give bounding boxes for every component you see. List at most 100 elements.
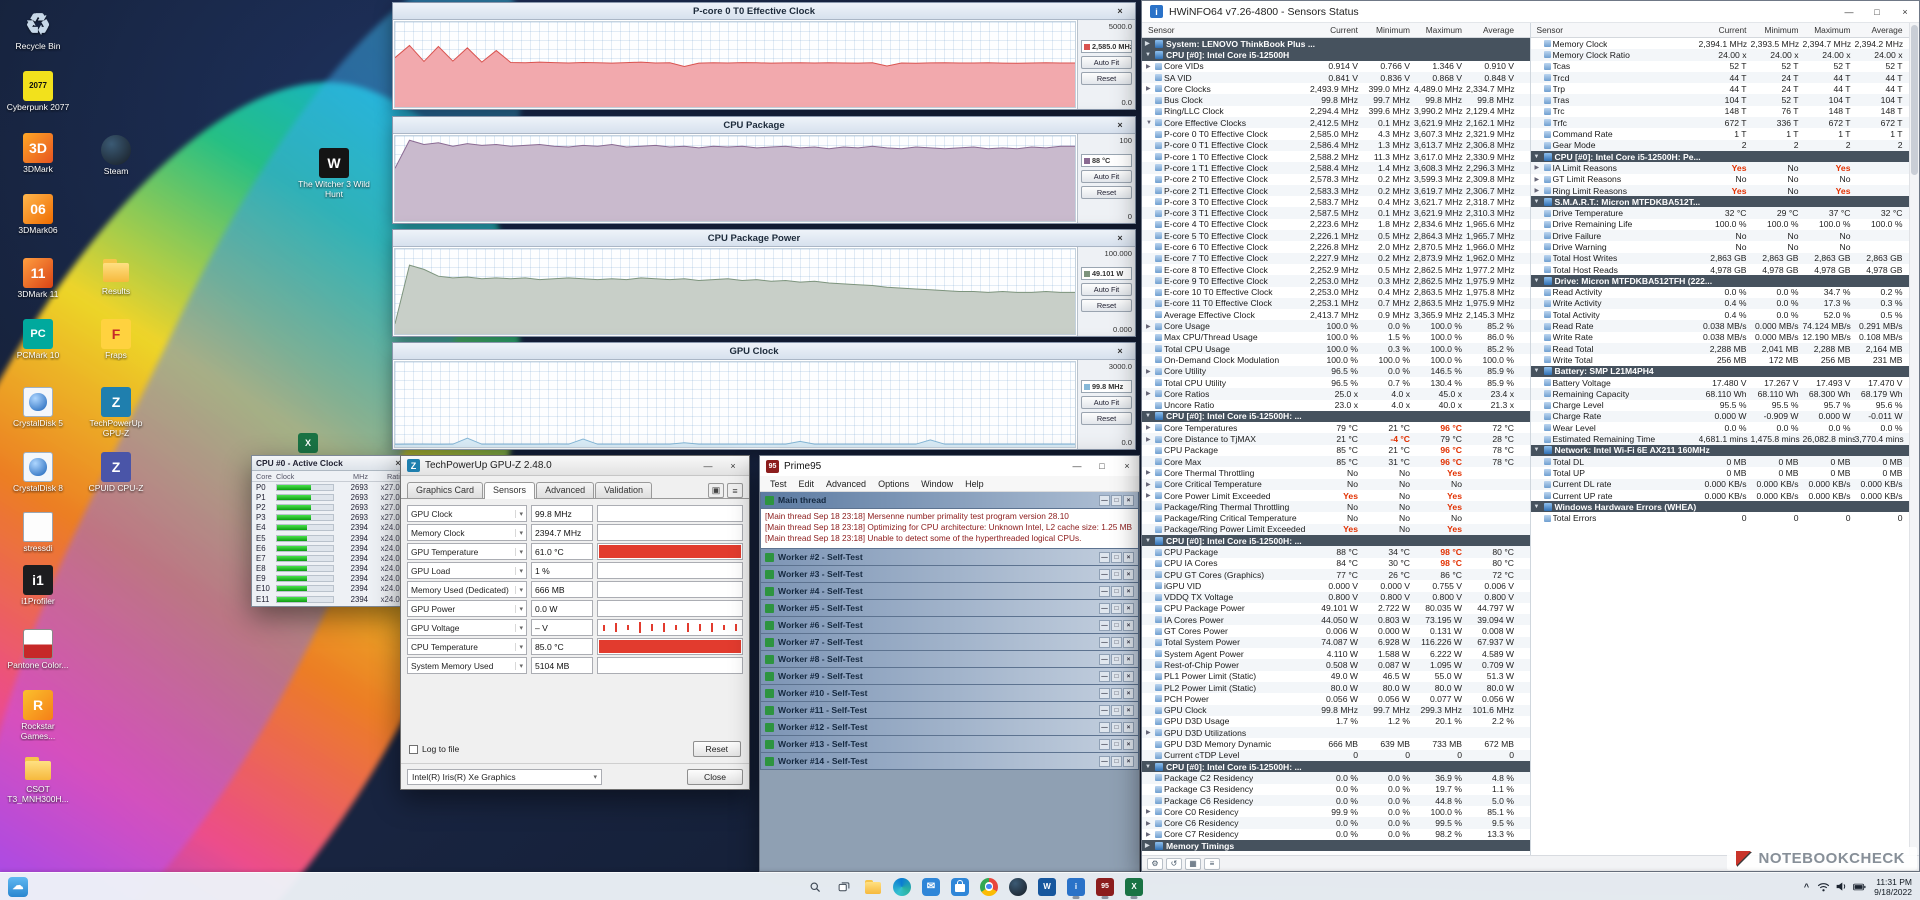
sensor-section-windows-hardware-errors-whea[interactable]: ▼ Windows Hardware Errors (WHEA) (1530, 501, 1919, 513)
sensor-row-trp[interactable]: Trp 44 T 24 T 44 T 44 T (1531, 83, 1920, 94)
sensor-row-command-rate[interactable]: Command Rate 1 T 1 T 1 T 1 T (1531, 128, 1920, 139)
close-icon[interactable]: × (1110, 346, 1130, 356)
sensor-row-current-ctdp-level[interactable]: Current cTDP Level 0 0 0 0 (1142, 749, 1530, 761)
sensor-row-core-effective-clocks[interactable]: ▼ Core Effective Clocks 2,412.5 MHz 0.1 MHz… (1142, 117, 1530, 129)
sensor-row-e-core-4-t0-effective-clock[interactable]: E-core 4 T0 Effective Clock 2,223.6 MHz 1.… (1142, 219, 1530, 230)
desktop-icon-steam[interactable]: Steam (84, 135, 148, 177)
maximize-icon[interactable]: □ (1111, 670, 1122, 682)
minimize-icon[interactable]: — (1099, 568, 1110, 580)
minimize-icon[interactable]: — (1099, 585, 1110, 597)
worker-titlebar[interactable]: Worker #10 - Self-Test — □ × (760, 684, 1139, 702)
reset-button[interactable]: Reset (1081, 72, 1132, 85)
graph-window-titlebar[interactable]: GPU Clock × (393, 343, 1135, 360)
sensor-row-bus-clock[interactable]: Bus Clock 99.8 MHz 99.7 MHz 99.8 MHz 99.8 MH… (1142, 94, 1530, 106)
sensor-row-total-cpu-usage[interactable]: Total CPU Usage 100.0 % 0.3 % 100.0 % 85.2 % (1142, 343, 1530, 355)
sensor-row-core-temperatures[interactable]: ▶ Core Temperatures 79 °C 21 °C 96 °C 72 °C (1142, 422, 1530, 433)
maximize-icon[interactable]: □ (1111, 738, 1122, 750)
sensor-row-e-core-11-t0-effective-clock[interactable]: E-core 11 T0 Effective Clock 2,253.1 MHz 0… (1142, 297, 1530, 310)
worker-titlebar[interactable]: Worker #7 - Self-Test — □ × (760, 633, 1139, 651)
sensor-row-ia-limit-reasons[interactable]: ▶ IA Limit Reasons Yes No Yes (1530, 162, 1919, 174)
desktop-icon-pcmark-10[interactable]: PC PCMark 10 (6, 319, 70, 361)
sensor-row-p-core-3-t1-effective-clock[interactable]: P-core 3 T1 Effective Clock 2,587.5 MHz 0.… (1142, 207, 1530, 219)
taskbar-button-file-explorer[interactable] (861, 875, 885, 899)
sensor-row-write-rate[interactable]: Write Rate 0.038 MB/s 0.000 MB/s 12.190 MB/… (1531, 332, 1920, 343)
desktop-icon-cyberpunk-2077[interactable]: 2077 Cyberpunk 2077 (6, 71, 70, 113)
close-icon[interactable]: × (1110, 6, 1130, 16)
sensor-row-e-core-5-t0-effective-clock[interactable]: E-core 5 T0 Effective Clock 2,226.1 MHz 0.… (1142, 230, 1530, 242)
sensor-row-pl1-power-limit-static[interactable]: PL1 Power Limit (Static) 49.0 W 46.5 W 55.0… (1142, 671, 1530, 682)
sensor-section-memory-timings[interactable]: ▶ Memory Timings (1142, 840, 1530, 852)
sensor-row-core-thermal-throttling[interactable]: ▶ Core Thermal Throttling No No Yes (1142, 467, 1530, 478)
taskbar-button-word[interactable]: W (1035, 875, 1059, 899)
tray-speaker-button[interactable] (1835, 880, 1848, 893)
menu-item-test[interactable]: Test (764, 479, 793, 489)
reset-button[interactable]: Reset (1081, 299, 1132, 312)
taskbar-button-start[interactable] (774, 875, 798, 899)
maximize-icon[interactable]: □ (1111, 687, 1122, 699)
sensor-row-memory-clock[interactable]: Memory Clock 2,394.1 MHz 2,393.5 MHz 2,394.… (1531, 38, 1920, 49)
tab-advanced[interactable]: Advanced (536, 482, 595, 498)
close-icon[interactable]: × (1117, 461, 1137, 471)
minimize-icon[interactable]: — (1099, 687, 1110, 699)
menu-item-options[interactable]: Options (872, 479, 915, 489)
sensor-row-core-utility[interactable]: ▶ Core Utility 96.5 % 0.0 % 146.5 % 85.9 % (1142, 365, 1530, 377)
sensor-row-total-dl[interactable]: Total DL 0 MB 0 MB 0 MB 0 MB (1530, 455, 1919, 468)
worker-titlebar[interactable]: Worker #9 - Self-Test — □ × (760, 667, 1139, 685)
auto-fit-button[interactable]: Auto Fit (1081, 170, 1132, 183)
close-icon[interactable]: × (1123, 670, 1134, 682)
sensor-row-p-core-0-t1-effective-clock[interactable]: P-core 0 T1 Effective Clock 2,586.4 MHz 1.… (1142, 139, 1530, 151)
close-icon[interactable]: × (1123, 619, 1134, 631)
main-thread-titlebar[interactable]: Main thread — □ × (760, 492, 1139, 509)
active-clock-titlebar[interactable]: CPU #0 - Active Clock × (252, 456, 408, 471)
sensor-row-e-core-9-t0-effective-clock[interactable]: E-core 9 T0 Effective Clock 2,253.0 MHz 0.… (1142, 275, 1530, 287)
widgets-button[interactable]: ☁ (8, 876, 28, 897)
sensor-row-battery-voltage[interactable]: Battery Voltage 17.480 V 17.267 V 17.493 V 1… (1531, 377, 1920, 388)
sensor-select-dropdown[interactable]: CPU Temperature ▾ (407, 638, 527, 655)
sensor-row-total-activity[interactable]: Total Activity 0.4 % 0.0 % 52.0 % 0.5 % (1531, 309, 1920, 320)
sensor-row-drive-remaining-life[interactable]: Drive Remaining Life 100.0 % 100.0 % 100.0 … (1531, 219, 1920, 230)
auto-fit-button[interactable]: Auto Fit (1081, 283, 1132, 296)
sensor-row-core-usage[interactable]: ▶ Core Usage 100.0 % 0.0 % 100.0 % 85.2 % (1142, 320, 1530, 332)
maximize-icon[interactable]: □ (1111, 704, 1122, 716)
reset-button[interactable]: Reset (692, 741, 741, 757)
sensor-row-tcas[interactable]: Tcas 52 T 52 T 52 T 52 T (1531, 61, 1920, 72)
core-clock-row[interactable]: E8 2394 x24.00 (252, 564, 408, 574)
sensor-row-cpu-ia-cores[interactable]: CPU IA Cores 84 °C 30 °C 98 °C 80 °C (1142, 558, 1530, 569)
sensor-row-read-total[interactable]: Read Total 2,288 MB 2,041 MB 2,288 MB 2,164 … (1530, 343, 1919, 355)
sensor-row-package-ring-thermal-throttling[interactable]: Package/Ring Thermal Throttling No No Yes (1142, 501, 1530, 513)
minimize-icon[interactable]: — (1099, 619, 1110, 631)
core-clock-row[interactable]: E10 2394 x24.00 (252, 584, 408, 594)
core-clock-row[interactable]: E5 2394 x24.00 (252, 533, 408, 543)
sensor-row-core-ratios[interactable]: ▶ Core Ratios 25.0 x 4.0 x 45.0 x 23.4 x (1142, 388, 1530, 400)
sensor-row-sa-vid[interactable]: SA VID 0.841 V 0.836 V 0.868 V 0.848 V (1142, 71, 1530, 84)
sensor-row-wear-level[interactable]: Wear Level 0.0 % 0.0 % 0.0 % 0.0 % (1531, 422, 1920, 433)
reset-button[interactable]: Reset (1081, 412, 1132, 425)
sensor-row-cpu-package[interactable]: CPU Package 88 °C 34 °C 98 °C 80 °C (1142, 546, 1530, 558)
sensor-row-estimated-remaining-time[interactable]: Estimated Remaining Time 4,681.1 mins 1,47… (1530, 433, 1919, 445)
menu-icon[interactable]: ≡ (727, 483, 743, 498)
sensor-row-core-power-limit-exceeded[interactable]: ▶ Core Power Limit Exceeded Yes No Yes (1142, 490, 1530, 501)
gpu-select-dropdown[interactable]: Intel(R) Iris(R) Xe Graphics ▾ (407, 768, 602, 785)
desktop-icon-stressdi[interactable]: stressdi (6, 512, 70, 554)
maximize-icon[interactable]: □ (1111, 568, 1122, 580)
sensor-row-package-ring-power-limit-exceeded[interactable]: Package/Ring Power Limit Exceeded Yes No Ye… (1142, 523, 1530, 536)
minimize-icon[interactable]: — (1099, 670, 1110, 682)
sensor-row-total-host-reads[interactable]: Total Host Reads 4,978 GB 4,978 GB 4,978 GB… (1531, 264, 1920, 275)
maximize-icon[interactable]: □ (1111, 619, 1122, 631)
sensor-select-dropdown[interactable]: GPU Voltage ▾ (407, 619, 527, 636)
sensor-row-total-host-writes[interactable]: Total Host Writes 2,863 GB 2,863 GB 2,863 G… (1530, 252, 1919, 264)
close-icon[interactable]: × (1123, 704, 1134, 716)
sensor-row-p-core-2-t0-effective-clock[interactable]: P-core 2 T0 Effective Clock 2,578.3 MHz 0.… (1142, 174, 1530, 185)
sensor-row-p-core-0-t0-effective-clock[interactable]: P-core 0 T0 Effective Clock 2,585.0 MHz 4.… (1142, 128, 1530, 139)
gpuz-titlebar[interactable]: Z TechPowerUp GPU-Z 2.48.0 — × (401, 456, 749, 476)
sensor-row-ring-limit-reasons[interactable]: ▶ Ring Limit Reasons Yes No Yes (1530, 184, 1919, 197)
reset-button[interactable]: Reset (1081, 186, 1132, 199)
graph-window-titlebar[interactable]: P-core 0 T0 Effective Clock × (393, 3, 1135, 20)
sensor-row-tras[interactable]: Tras 104 T 52 T 104 T 104 T (1530, 94, 1919, 106)
taskbar-button-edge[interactable] (890, 875, 914, 899)
sensor-row-rest-of-chip-power[interactable]: Rest-of-Chip Power 0.508 W 0.087 W 1.095 W 0… (1142, 659, 1530, 671)
minimize-icon[interactable]: — (1099, 602, 1110, 614)
sensor-row-system-agent-power[interactable]: System Agent Power 4.110 W 1.588 W 6.222 W 4… (1142, 648, 1530, 659)
sensor-select-dropdown[interactable]: System Memory Used ▾ (407, 657, 527, 674)
sensor-select-dropdown[interactable]: Memory Used (Dedicated) ▾ (407, 581, 527, 598)
